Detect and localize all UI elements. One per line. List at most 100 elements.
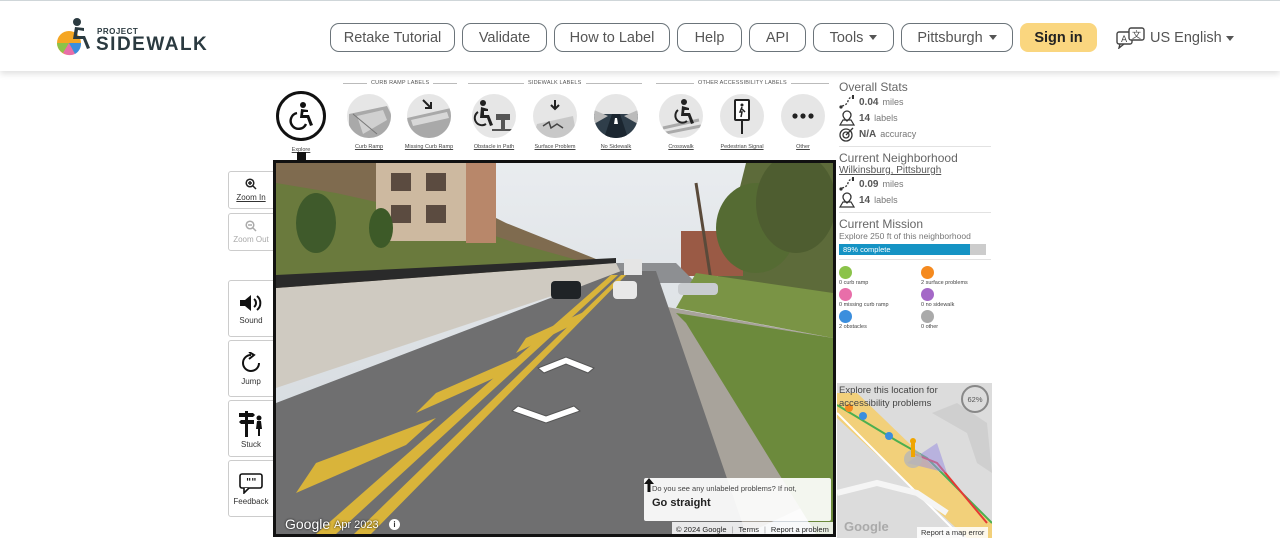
missing-curb-ramp-dot-icon xyxy=(839,288,852,301)
count-missing-text: 0 missing curb ramp xyxy=(839,302,889,308)
curb-ramp-section-text: CURB RAMP LABELS xyxy=(371,80,430,86)
sound-button[interactable]: Sound xyxy=(228,280,274,337)
tool-obstacle[interactable]: Obstacle in Path xyxy=(469,94,519,150)
tool-no-sidewalk[interactable]: No Sidewalk xyxy=(591,94,641,150)
chevron-down-icon xyxy=(988,35,997,40)
project-sidewalk-logo[interactable]: PROJECT SIDEWALK xyxy=(57,17,217,59)
mission-progress-bar: 89% complete xyxy=(839,244,986,255)
tool-surface-problem-label: Surface Problem xyxy=(534,144,576,150)
report-problem-link[interactable]: Report a problem xyxy=(771,525,829,534)
city-label: Pittsburgh xyxy=(917,29,983,46)
count-other: 0 other xyxy=(921,310,991,330)
neighborhood-labels-value: 14 xyxy=(859,194,871,206)
jump-button[interactable]: Jump xyxy=(228,340,274,397)
count-other-text: 0 other xyxy=(921,324,939,330)
target-icon xyxy=(839,127,854,142)
more-dots-icon xyxy=(781,94,825,138)
overall-miles: 0.04 miles xyxy=(839,94,991,110)
language-dropdown[interactable]: A 文 US English xyxy=(1116,26,1234,50)
zoom-in-label: Zoom In xyxy=(236,193,266,202)
tools-dropdown[interactable]: Tools xyxy=(813,23,894,52)
count-no-sidewalk-text: 0 no sidewalk xyxy=(921,302,955,308)
how-to-label-label: How to Label xyxy=(569,29,655,46)
neighborhood-miles-unit: miles xyxy=(882,179,904,189)
neighborhood-labels-unit: labels xyxy=(874,195,898,205)
tool-crosswalk[interactable]: Crosswalk xyxy=(656,94,706,150)
jump-arrow-icon xyxy=(242,351,260,372)
tool-no-sidewalk-label: No Sidewalk xyxy=(600,144,632,150)
tools-label: Tools xyxy=(829,29,864,46)
sound-label: Sound xyxy=(239,315,263,325)
google-logo: Google xyxy=(285,516,331,532)
overall-accuracy: N/A accuracy xyxy=(839,126,991,142)
mission-title: Current Mission xyxy=(839,217,924,231)
copyright-text: © 2024 Google xyxy=(676,524,727,534)
tool-pedestrian-signal[interactable]: Pedestrian Signal xyxy=(717,94,767,150)
zoom-in-button[interactable]: Zoom In xyxy=(228,171,274,209)
missing-curb-ramp-icon xyxy=(407,94,451,138)
curb-ramp-icon xyxy=(347,94,391,138)
overall-miles-unit: miles xyxy=(882,97,904,107)
logo-line2: SIDEWALK xyxy=(96,34,209,55)
overall-labels: 14 labels xyxy=(839,110,991,126)
tool-missing-curb-ramp[interactable]: Missing Curb Ramp xyxy=(404,94,454,150)
report-map-error-link[interactable]: Report a map error xyxy=(917,527,989,538)
help-button[interactable]: Help xyxy=(677,23,742,52)
neighborhood-labels: 14 labels xyxy=(839,192,991,208)
logo-wheelchair-icon xyxy=(57,18,90,56)
tool-explore[interactable]: Explore xyxy=(276,91,326,153)
divider xyxy=(790,82,829,84)
crosswalk-icon xyxy=(659,94,703,138)
map-pin-icon xyxy=(839,192,855,208)
no-sidewalk-icon xyxy=(594,94,638,138)
divider xyxy=(656,82,694,84)
mission-progress-label: 89% complete xyxy=(843,245,891,254)
overall-accuracy-value: N/A xyxy=(859,128,877,140)
tool-obstacle-label: Obstacle in Path xyxy=(473,144,515,150)
zoom-in-icon xyxy=(245,178,257,190)
city-dropdown[interactable]: Pittsburgh xyxy=(901,23,1013,52)
street-view-panorama[interactable]: Google Apr 2023 i Do you see any unlabel… xyxy=(273,160,836,537)
speaker-icon xyxy=(240,294,262,311)
other-section-text: OTHER ACCESSIBILITY LABELS xyxy=(698,80,787,86)
minimap-percent: 62% xyxy=(961,385,989,413)
label-counts: 0 curb ramp 2 surface problems 0 missing… xyxy=(839,266,991,330)
minimap[interactable]: Explore this location for accessibility … xyxy=(837,383,992,538)
terms-link[interactable]: Terms xyxy=(739,525,759,534)
validate-button[interactable]: Validate xyxy=(462,23,547,52)
pedestrian-signal-icon xyxy=(720,94,764,138)
neighborhood-title: Current Neighborhood xyxy=(839,151,958,165)
divider: | xyxy=(731,524,734,534)
go-straight-instruction: Go straight xyxy=(644,478,823,509)
tool-pedestrian-signal-label: Pedestrian Signal xyxy=(720,144,764,150)
count-missing: 0 missing curb ramp xyxy=(839,288,921,308)
curb-ramp-section-label: CURB RAMP LABELS xyxy=(343,80,458,86)
stuck-button[interactable]: Stuck xyxy=(228,400,274,457)
feedback-button[interactable]: "" Feedback xyxy=(228,460,274,517)
tool-other-label: Other xyxy=(796,144,810,150)
chevron-down-icon xyxy=(1225,35,1234,41)
sign-in-button[interactable]: Sign in xyxy=(1020,23,1097,52)
count-obstacles: 2 obstacles xyxy=(839,310,921,330)
zoom-out-button[interactable]: Zoom Out xyxy=(228,213,274,251)
language-label: US English xyxy=(1150,30,1222,46)
distance-icon xyxy=(839,95,854,109)
neighborhood-miles-value: 0.09 xyxy=(859,178,879,190)
curb-ramp-dot-icon xyxy=(839,266,852,279)
retake-tutorial-button[interactable]: Retake Tutorial xyxy=(330,23,455,52)
api-button[interactable]: API xyxy=(749,23,806,52)
overall-labels-unit: labels xyxy=(874,113,898,123)
tool-other[interactable]: Other xyxy=(778,94,828,150)
info-icon[interactable]: i xyxy=(389,519,400,530)
tool-surface-problem[interactable]: Surface Problem xyxy=(530,94,580,150)
tool-missing-curb-ramp-label: Missing Curb Ramp xyxy=(404,144,454,150)
neighborhood-link[interactable]: Wilkinsburg, Pittsburgh xyxy=(839,165,991,176)
no-sidewalk-dot-icon xyxy=(921,288,934,301)
map-pin-icon xyxy=(839,110,855,126)
tool-curb-ramp[interactable]: Curb Ramp xyxy=(344,94,394,150)
how-to-label-button[interactable]: How to Label xyxy=(554,23,670,52)
divider xyxy=(433,82,458,84)
divider xyxy=(839,212,991,213)
jump-label: Jump xyxy=(241,376,261,386)
distance-icon xyxy=(839,177,854,191)
